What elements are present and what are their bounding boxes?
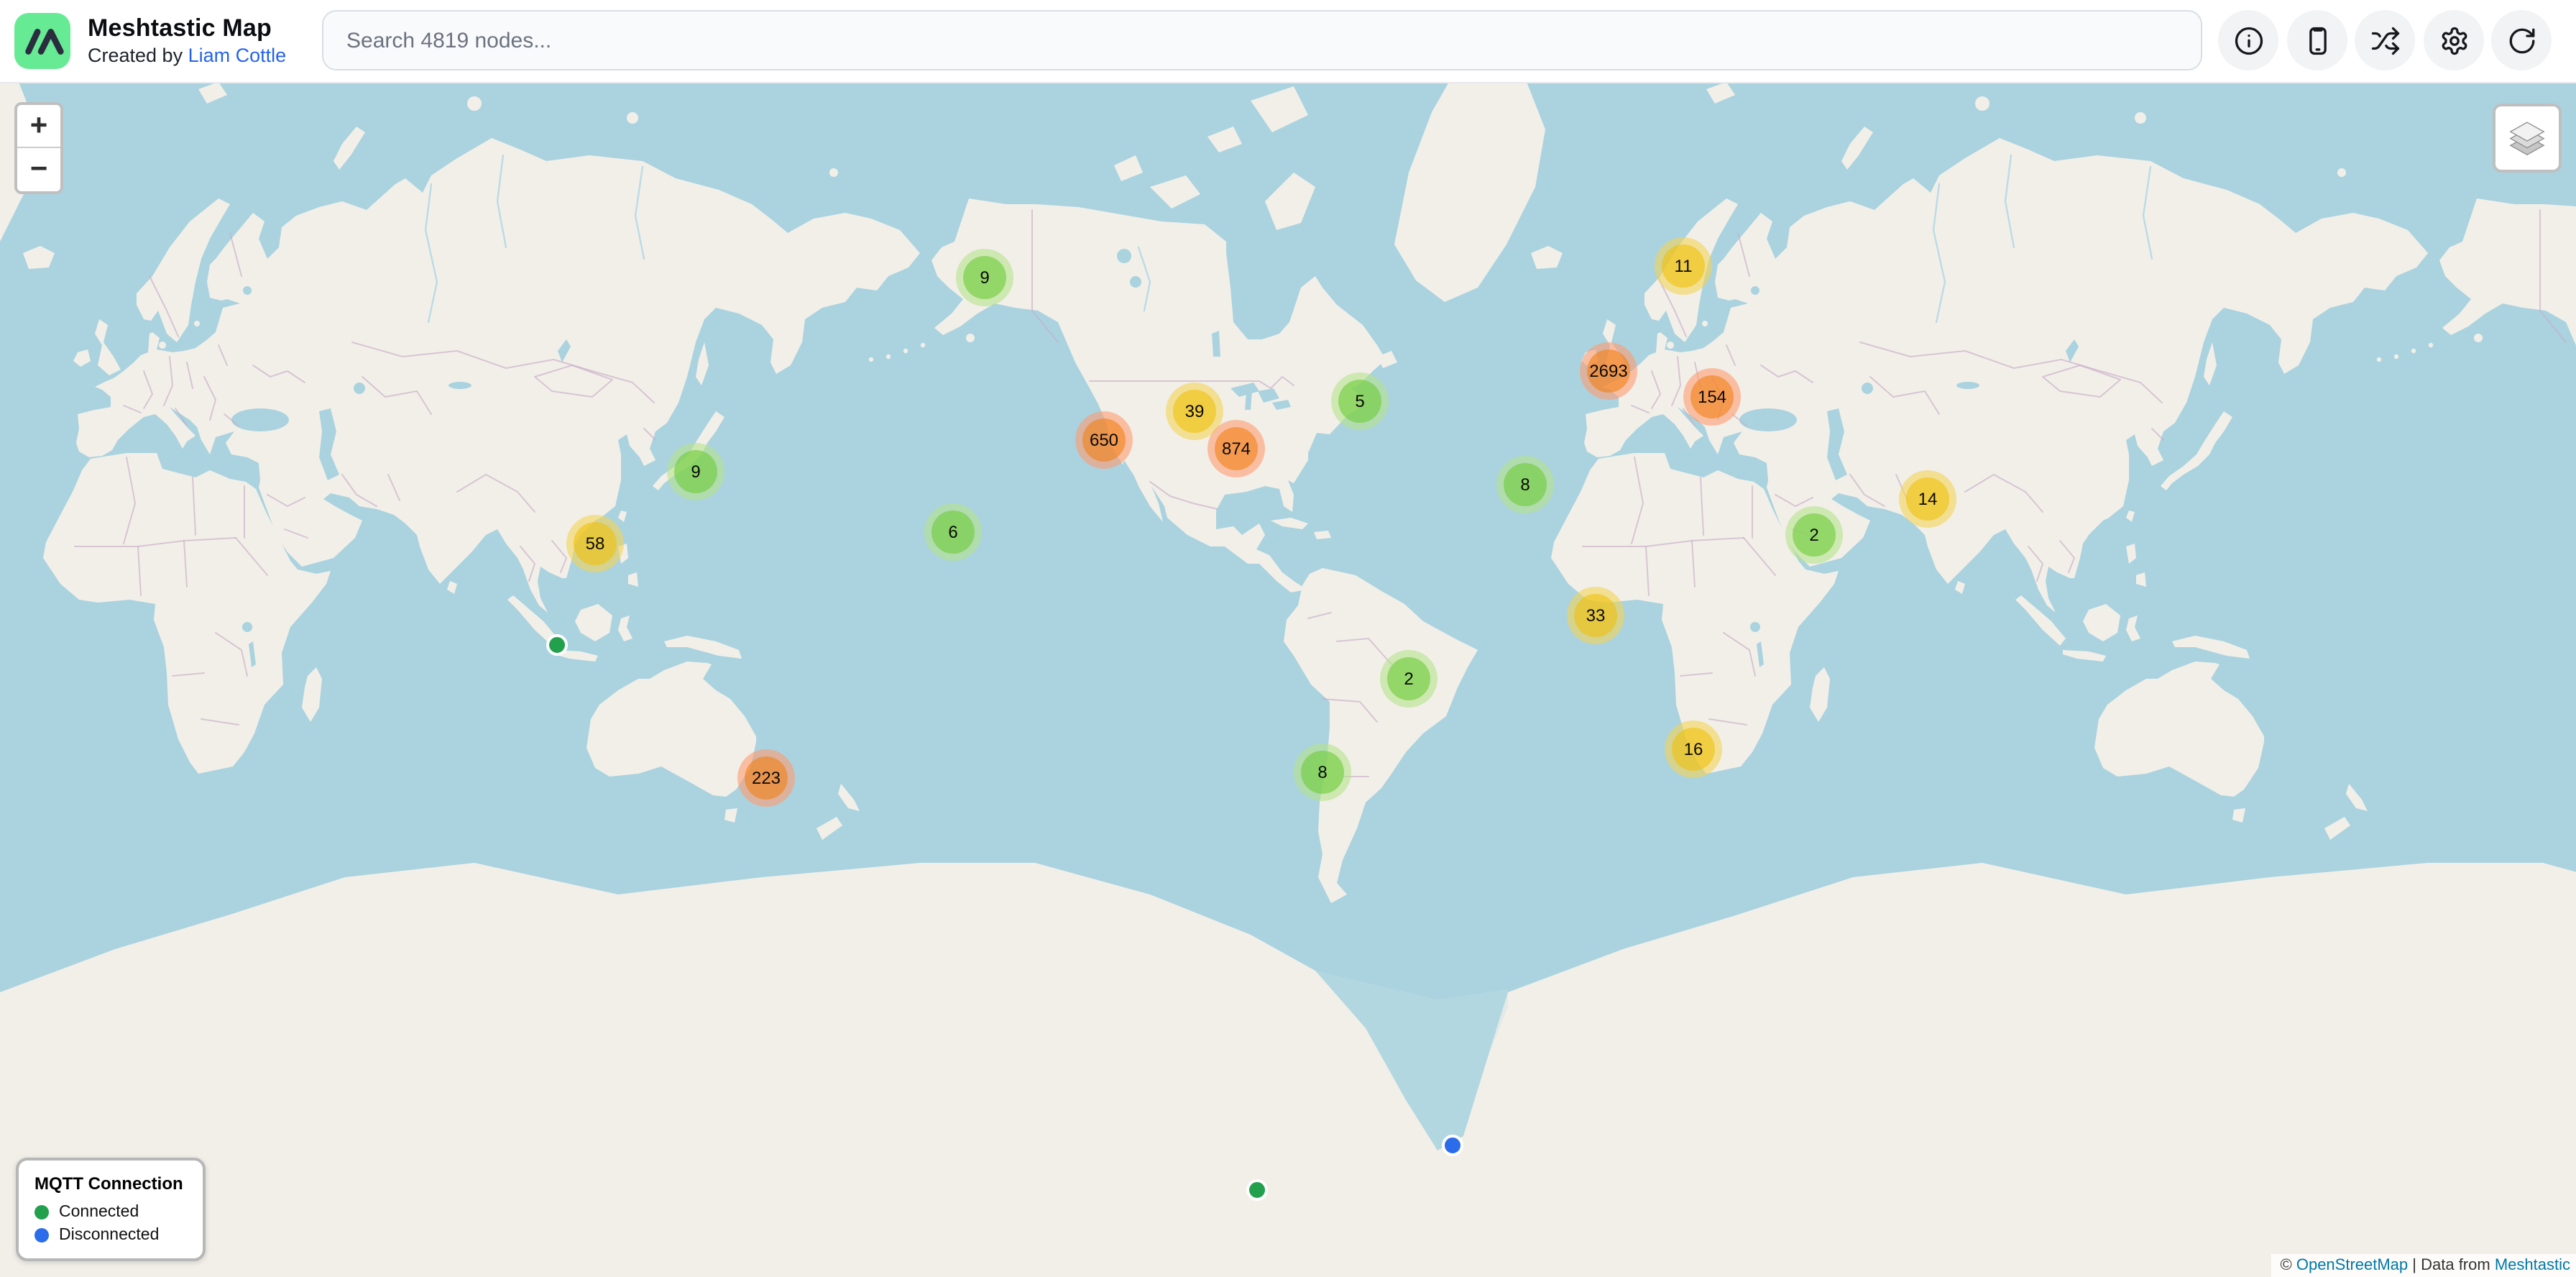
openstreetmap-link[interactable]: OpenStreetMap	[2296, 1257, 2408, 1274]
map-canvas[interactable]: + − MQTT Connection Connected Disconnecte…	[0, 82, 2576, 1277]
node-cluster[interactable]: 11	[1655, 237, 1712, 295]
cluster-count: 8	[1301, 751, 1344, 794]
mobile-app-button[interactable]	[2287, 10, 2347, 70]
shuffle-icon	[2370, 25, 2400, 55]
cluster-count: 33	[1574, 594, 1617, 637]
random-node-button[interactable]	[2355, 10, 2415, 70]
refresh-button[interactable]	[2491, 10, 2552, 70]
top-bar: Meshtastic Map Created by Liam Cottle	[0, 0, 2576, 83]
legend-items: Connected Disconnected	[34, 1204, 187, 1244]
node-cluster[interactable]: 2693	[1580, 342, 1637, 400]
legend-dot-icon	[34, 1205, 49, 1219]
node-cluster[interactable]: 6	[924, 503, 982, 561]
title-block: Meshtastic Map Created by Liam Cottle	[88, 16, 286, 66]
cluster-count: 5	[1338, 380, 1381, 423]
node-cluster[interactable]: 5	[1331, 372, 1389, 430]
smartphone-icon	[2302, 25, 2332, 55]
node-cluster[interactable]: 8	[1294, 743, 1351, 801]
legend-title: MQTT Connection	[34, 1173, 187, 1194]
cluster-count: 2693	[1587, 349, 1630, 393]
cluster-count: 11	[1662, 244, 1705, 288]
settings-icon	[2439, 25, 2469, 55]
legend-item: Connected	[34, 1204, 187, 1221]
node-cluster[interactable]: 8	[1496, 456, 1554, 513]
info-button[interactable]	[2218, 10, 2278, 70]
node-cluster[interactable]: 2	[1785, 506, 1843, 564]
settings-button[interactable]	[2424, 10, 2484, 70]
cluster-count: 39	[1173, 390, 1216, 433]
node-cluster[interactable]: 650	[1075, 411, 1133, 469]
cluster-count: 223	[745, 756, 788, 800]
meshtastic-link[interactable]: Meshtastic	[2495, 1257, 2570, 1274]
node-marker-connected[interactable]	[1246, 1179, 1268, 1201]
map-attribution: © OpenStreetMap | Data from Meshtastic	[2272, 1254, 2576, 1277]
author-link[interactable]: Liam Cottle	[188, 45, 287, 66]
node-marker-connected[interactable]	[546, 634, 568, 656]
subtitle-prefix: Created by	[88, 45, 188, 66]
layers-icon	[2506, 116, 2549, 160]
copyright-symbol: ©	[2281, 1257, 2292, 1274]
attribution-separator: | Data from	[2412, 1257, 2490, 1274]
node-cluster[interactable]: 874	[1208, 420, 1265, 477]
cluster-count: 8	[1504, 463, 1547, 506]
cluster-count: 154	[1690, 375, 1734, 418]
legend-dot-icon	[34, 1228, 49, 1242]
zoom-out-button[interactable]: −	[17, 148, 60, 191]
cluster-count: 6	[932, 511, 975, 554]
info-icon	[2233, 25, 2263, 55]
node-cluster[interactable]: 2	[1380, 650, 1438, 708]
cluster-count: 874	[1215, 427, 1258, 470]
cluster-count: 9	[963, 256, 1006, 299]
zoom-in-button[interactable]: +	[17, 105, 60, 148]
legend-label: Disconnected	[59, 1227, 159, 1244]
page-title: Meshtastic Map	[88, 16, 286, 42]
node-cluster[interactable]: 9	[956, 249, 1013, 306]
node-cluster[interactable]: 154	[1683, 368, 1741, 426]
cluster-count: 2	[1387, 657, 1430, 700]
cluster-count: 2	[1793, 513, 1836, 557]
legend-label: Connected	[59, 1204, 139, 1221]
node-cluster[interactable]: 14	[1899, 470, 1956, 528]
cluster-count: 14	[1906, 477, 1949, 521]
layers-control-button[interactable]	[2493, 104, 2562, 173]
cluster-count: 58	[574, 522, 617, 565]
node-cluster[interactable]: 223	[737, 749, 795, 807]
node-cluster[interactable]: 33	[1567, 587, 1624, 644]
page-subtitle: Created by Liam Cottle	[88, 46, 286, 66]
app-stage: + − MQTT Connection Connected Disconnecte…	[0, 0, 2576, 1277]
node-cluster[interactable]: 16	[1665, 720, 1722, 778]
meshtastic-logo-icon	[14, 13, 70, 69]
node-marker-disconnected[interactable]	[1442, 1135, 1463, 1156]
node-cluster[interactable]: 58	[566, 515, 624, 572]
search-input[interactable]	[322, 10, 2202, 70]
cluster-count: 650	[1082, 418, 1126, 462]
cluster-count: 16	[1672, 728, 1715, 771]
legend-item: Disconnected	[34, 1227, 187, 1244]
meshtastic-logo[interactable]	[14, 13, 70, 69]
zoom-control: + −	[14, 102, 63, 194]
world-map-svg	[0, 82, 2576, 1277]
cluster-count: 9	[674, 450, 717, 493]
node-cluster[interactable]: 9	[667, 443, 724, 500]
refresh-icon	[2506, 25, 2536, 55]
mqtt-connection-legend: MQTT Connection Connected Disconnected	[16, 1158, 206, 1261]
